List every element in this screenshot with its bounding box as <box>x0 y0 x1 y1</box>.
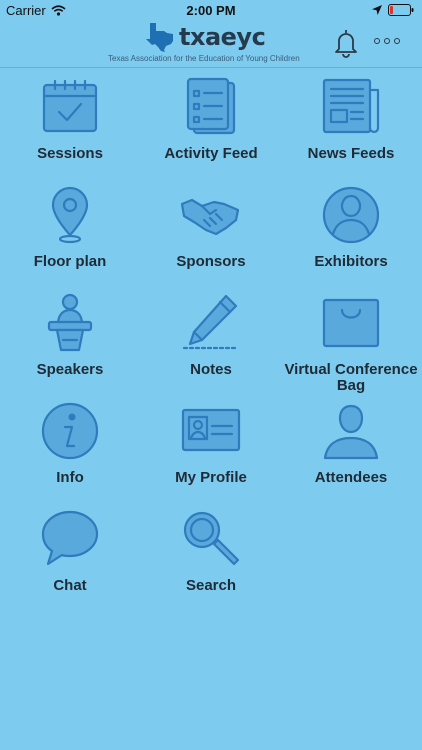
menu-item-virtual-conference-bag[interactable]: Virtual Conference Bag <box>281 288 421 394</box>
notifications-button[interactable] <box>333 28 359 63</box>
chat-bubble-icon <box>39 508 101 570</box>
pen-icon <box>180 292 242 354</box>
newspaper-icon <box>320 76 382 138</box>
menu-item-search[interactable]: Search <box>141 504 281 608</box>
menu-item-label: Attendees <box>314 469 388 486</box>
menu-item-attendees[interactable]: Attendees <box>281 396 421 500</box>
app-logo: txaeyc <box>145 22 266 52</box>
menu-item-activity-feed[interactable]: Activity Feed <box>141 72 281 176</box>
handshake-icon <box>180 184 242 246</box>
menu-item-label: Sponsors <box>176 253 246 270</box>
app-header: txaeyc Texas Association for the Educati… <box>0 22 422 68</box>
info-icon <box>39 400 101 462</box>
bag-icon <box>320 292 382 354</box>
location-arrow-icon <box>372 5 382 15</box>
menu-item-label: Info <box>56 469 84 486</box>
status-bar: Carrier 2:00 PM <box>0 0 422 22</box>
person-icon <box>320 400 382 462</box>
menu-item-floor-plan[interactable]: Floor plan <box>0 180 140 284</box>
calendar-check-icon <box>39 76 101 138</box>
logo-text: txaeyc <box>179 23 266 51</box>
logo-tagline: Texas Association for the Education of Y… <box>108 54 300 63</box>
menu-item-label: Search <box>185 577 237 594</box>
menu-item-label: Chat <box>53 577 87 594</box>
podium-icon <box>39 292 101 354</box>
id-card-icon <box>180 400 242 462</box>
menu-item-news-feeds[interactable]: News Feeds <box>281 72 421 176</box>
menu-item-label: News Feeds <box>307 145 395 162</box>
menu-item-label: Floor plan <box>33 253 107 270</box>
menu-item-speakers[interactable]: Speakers <box>0 288 140 392</box>
more-button[interactable] <box>374 38 400 44</box>
menu-item-chat[interactable]: Chat <box>0 504 140 608</box>
menu-item-label: Virtual Conference Bag <box>284 361 418 394</box>
more-dot-icon <box>394 38 400 44</box>
menu-item-label: Sessions <box>37 145 103 162</box>
menu-item-label: Exhibitors <box>314 253 388 270</box>
menu-item-label: My Profile <box>175 469 247 486</box>
menu-item-label: Notes <box>190 361 232 378</box>
person-circle-icon <box>320 184 382 246</box>
menu-item-sponsors[interactable]: Sponsors <box>141 180 281 284</box>
status-right <box>372 4 414 16</box>
more-dot-icon <box>384 38 390 44</box>
menu-item-sessions[interactable]: Sessions <box>0 72 140 176</box>
menu-item-exhibitors[interactable]: Exhibitors <box>281 180 421 284</box>
more-dot-icon <box>374 38 380 44</box>
menu-item-label: Speakers <box>36 361 104 378</box>
status-time: 2:00 PM <box>186 3 236 18</box>
bell-icon <box>335 30 357 58</box>
map-pin-icon <box>39 184 101 246</box>
menu-item-notes[interactable]: Notes <box>141 288 281 392</box>
checklist-icon <box>180 76 242 138</box>
magnifier-icon <box>180 508 242 570</box>
texas-logo-icon <box>146 23 173 52</box>
menu-item-label: Activity Feed <box>164 145 258 162</box>
menu-item-my-profile[interactable]: My Profile <box>141 396 281 500</box>
battery-icon <box>388 4 414 16</box>
menu-item-info[interactable]: Info <box>0 396 140 500</box>
